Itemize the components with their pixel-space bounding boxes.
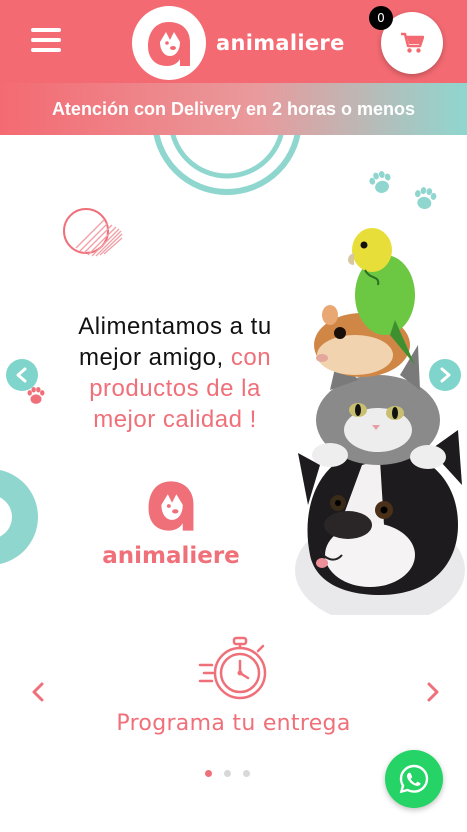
hero-next-button[interactable] [429,359,461,391]
pets-illustration [295,228,465,615]
hero-headline-line: mejor amigo, con [40,342,310,373]
hero-headline-accent: mejor calidad ! [93,406,257,433]
page: animaliere 0 Atención con Delivery en 2 … [0,0,467,832]
hero-prev-button[interactable] [6,359,38,391]
ring-decoration-icon [0,470,38,564]
cart-count-badge: 0 [369,6,393,30]
carousel-dots [205,770,250,777]
hero-headline-accent: con [230,344,272,371]
whatsapp-button[interactable] [385,750,443,808]
carousel-dot[interactable] [224,770,231,777]
hero-slider: Alimentamos a tu mejor amigo, con produc… [0,135,467,615]
logo-mark-icon [148,481,194,531]
hero-brand-logo: animaliere [96,475,246,569]
cart-icon [401,32,424,53]
menu-icon[interactable] [31,26,61,54]
paw-icon [414,187,437,209]
feature-title: Programa tu entrega [116,711,351,736]
hero-headline-accent: productos de la [89,375,261,402]
stopwatch-icon [198,636,267,700]
hero-headline-line: Alimentamos a tu [78,313,272,340]
brand-logo[interactable]: animaliere [132,6,345,80]
hero-brand-name: animaliere [102,543,240,569]
hero-headline: Alimentamos a tu mejor amigo, con produc… [40,311,310,435]
header: animaliere [0,0,467,83]
chevron-left-icon [16,367,27,383]
paw-icon [369,171,391,193]
carousel-dot[interactable] [243,770,250,777]
brand-name: animaliere [216,31,345,55]
chevron-right-icon [440,367,451,383]
hatched-circle-decoration-icon [63,208,123,257]
chevron-left-icon[interactable] [27,680,51,704]
logo-mark-icon [132,6,206,80]
whatsapp-icon [399,764,429,794]
carousel-dot[interactable] [205,770,212,777]
delivery-banner-text: Atención con Delivery en 2 horas o menos [51,98,416,119]
feature-carousel: Programa tu entrega [0,615,467,832]
chevron-right-icon[interactable] [420,680,444,704]
delivery-banner: Atención con Delivery en 2 horas o menos [0,83,467,135]
ring-decoration-icon [153,135,301,195]
hero-headline-text: mejor amigo, [78,344,231,371]
